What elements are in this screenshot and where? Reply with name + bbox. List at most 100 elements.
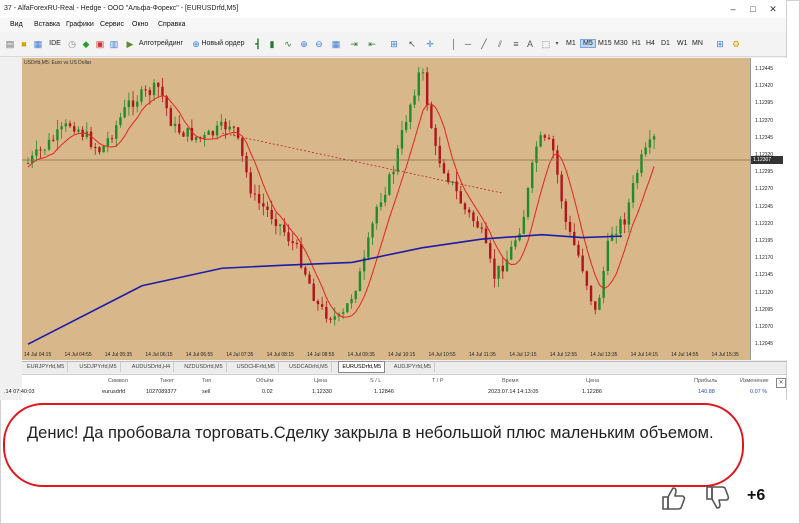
line-chart-icon[interactable]: ∿ [282,38,294,50]
trendline-icon[interactable]: ╱ [478,38,490,50]
candle-body [392,171,395,175]
time-axis[interactable]: 14 Jul 04:15 14 Jul 04:55 14 Jul 05:35 14 J… [22,350,750,360]
candle-body [94,147,97,149]
candle-body [253,193,257,195]
tile-windows-icon[interactable]: ▦ [330,38,342,50]
cell-sl[interactable]: 1.12846 [374,389,394,395]
maximize-button[interactable]: □ [746,3,760,15]
fibo-icon[interactable]: ≡ [510,38,522,50]
candle-chart-icon[interactable]: ▮ [266,38,278,50]
candle-body [182,132,185,137]
cell-symbol[interactable]: eurusdrfd [102,389,125,395]
menu-item-service[interactable]: Сервис [100,21,124,28]
market-icon[interactable]: ▣ [94,38,106,50]
cell-change: 0.07 % [750,389,768,395]
settings-icon[interactable]: ⚙ [730,38,742,50]
timeframe-m15[interactable]: M15 [598,40,612,47]
crosshair-icon[interactable]: ✛ [424,38,436,50]
horizontal-line-icon[interactable]: ─ [462,38,474,50]
menu-item-charts[interactable]: Графики [66,21,94,28]
close-button[interactable]: ✕ [766,3,780,15]
header-tp[interactable]: T / P [432,378,444,384]
candle-body [581,255,584,272]
candle-body [413,95,416,105]
one-click-trading-icon[interactable]: ⊞ [714,38,726,50]
timeframe-m30[interactable]: M30 [614,40,628,47]
chart-tab[interactable]: USDCADrfd,M5 [286,362,332,372]
candle-body [161,86,164,97]
candle-body [274,219,278,227]
candle-body [144,89,147,91]
zoom-in-icon[interactable]: ⊕ [298,38,310,50]
cell-profit: 140.88 [698,389,715,395]
ide-button[interactable]: IDE [48,37,62,51]
vps-icon[interactable]: ▥ [108,38,120,50]
header-price[interactable]: Цена [314,378,327,384]
chart-tab[interactable]: EURUSDrfd,M5 [338,361,386,373]
chart-tab[interactable]: AUDJPYrfd,M5 [391,362,436,372]
time-tick: 14 Jul 14:15 [630,352,658,358]
algo-trading-button[interactable]: Алготрейдинг [136,37,186,51]
new-order-button[interactable]: Новый ордер [201,37,245,51]
folder-icon[interactable]: ■ [18,38,30,50]
candle-body [329,318,332,320]
timeframe-d1[interactable]: D1 [661,40,670,47]
header-profit[interactable]: Прибыль [694,378,717,384]
candle-body [102,145,105,153]
chart-tab[interactable]: USDCHFrfd,M5 [234,362,280,372]
signals-icon[interactable]: ◆ [80,38,92,50]
terminal-close-icon[interactable]: ✕ [776,378,786,388]
candle-body [304,267,307,275]
chart-tab[interactable]: USDJPYrfd,M5 [76,362,121,372]
header-volume[interactable]: Объём [256,378,274,384]
timeframe-mn[interactable]: MN [692,40,703,47]
history-icon[interactable]: ◷ [66,38,78,50]
algo-trading-icon[interactable]: ▶ [124,38,136,50]
chart-tab[interactable]: NZDUSDrfd,M5 [181,362,227,372]
chart-tab[interactable]: EURJPYrfd,M5 [24,362,69,372]
header-type[interactable]: Тип [202,378,211,384]
autoscroll-icon[interactable]: ⇤ [366,38,378,50]
header-sl[interactable]: S / L [370,378,381,384]
minimize-button[interactable]: – [726,3,740,15]
candle-body [43,149,47,151]
thumbs-down-icon[interactable] [704,484,732,512]
header-current-price[interactable]: Цена [586,378,599,384]
timeframe-h1[interactable]: H1 [632,40,641,47]
menu-item-insert[interactable]: Вставка [34,21,60,28]
header-change[interactable]: Изменение [740,378,769,384]
candle-body [215,125,219,136]
vertical-line-icon[interactable]: │ [448,38,460,50]
timeframe-w1[interactable]: W1 [677,40,688,47]
menu-item-help[interactable]: Справка [158,21,185,28]
menu-item-window[interactable]: Окно [132,21,148,28]
price-tick: 1.12195 [755,238,774,244]
chart-tab[interactable]: AUDUSDrfd,H4 [129,362,174,372]
menu-item-view[interactable]: Вид [10,21,23,28]
channel-icon[interactable]: ⫽ [494,38,506,50]
candle-body [316,300,320,305]
profiles-icon[interactable]: ▦ [32,38,44,50]
header-ticket[interactable]: Тикет [160,378,174,384]
chevron-down-icon[interactable]: ▾ [551,38,563,50]
timeframe-m1[interactable]: M1 [566,40,576,47]
new-chart-icon[interactable]: ▤ [4,38,16,50]
timeframe-h4[interactable]: H4 [646,40,655,47]
price-scale[interactable]: 1.12445 1.12420 1.12395 1.12370 1.12345 1.123… [750,58,787,360]
indicators-icon[interactable]: ⊞ [388,38,400,50]
text-icon[interactable]: A [524,38,536,50]
cursor-icon[interactable]: ↖ [406,38,418,50]
thumbs-up-icon[interactable] [660,484,688,512]
candle-body [623,219,626,225]
timeframe-m5[interactable]: M5 [580,39,596,48]
price-chart[interactable]: USDrfd,M5: Euro vs US Dollar [22,58,750,360]
bar-chart-icon[interactable]: ┫ [252,38,264,50]
header-symbol[interactable]: Символ [108,378,128,384]
zoom-out-icon[interactable]: ⊖ [313,38,325,50]
header-time[interactable]: Время [502,378,519,384]
scroll-chart-icon[interactable]: ⇥ [348,38,360,50]
candle-body [514,240,517,247]
price-tick: 1.12395 [755,100,774,107]
candle-body [68,123,72,127]
cell-volume: 0.02 [262,389,273,395]
